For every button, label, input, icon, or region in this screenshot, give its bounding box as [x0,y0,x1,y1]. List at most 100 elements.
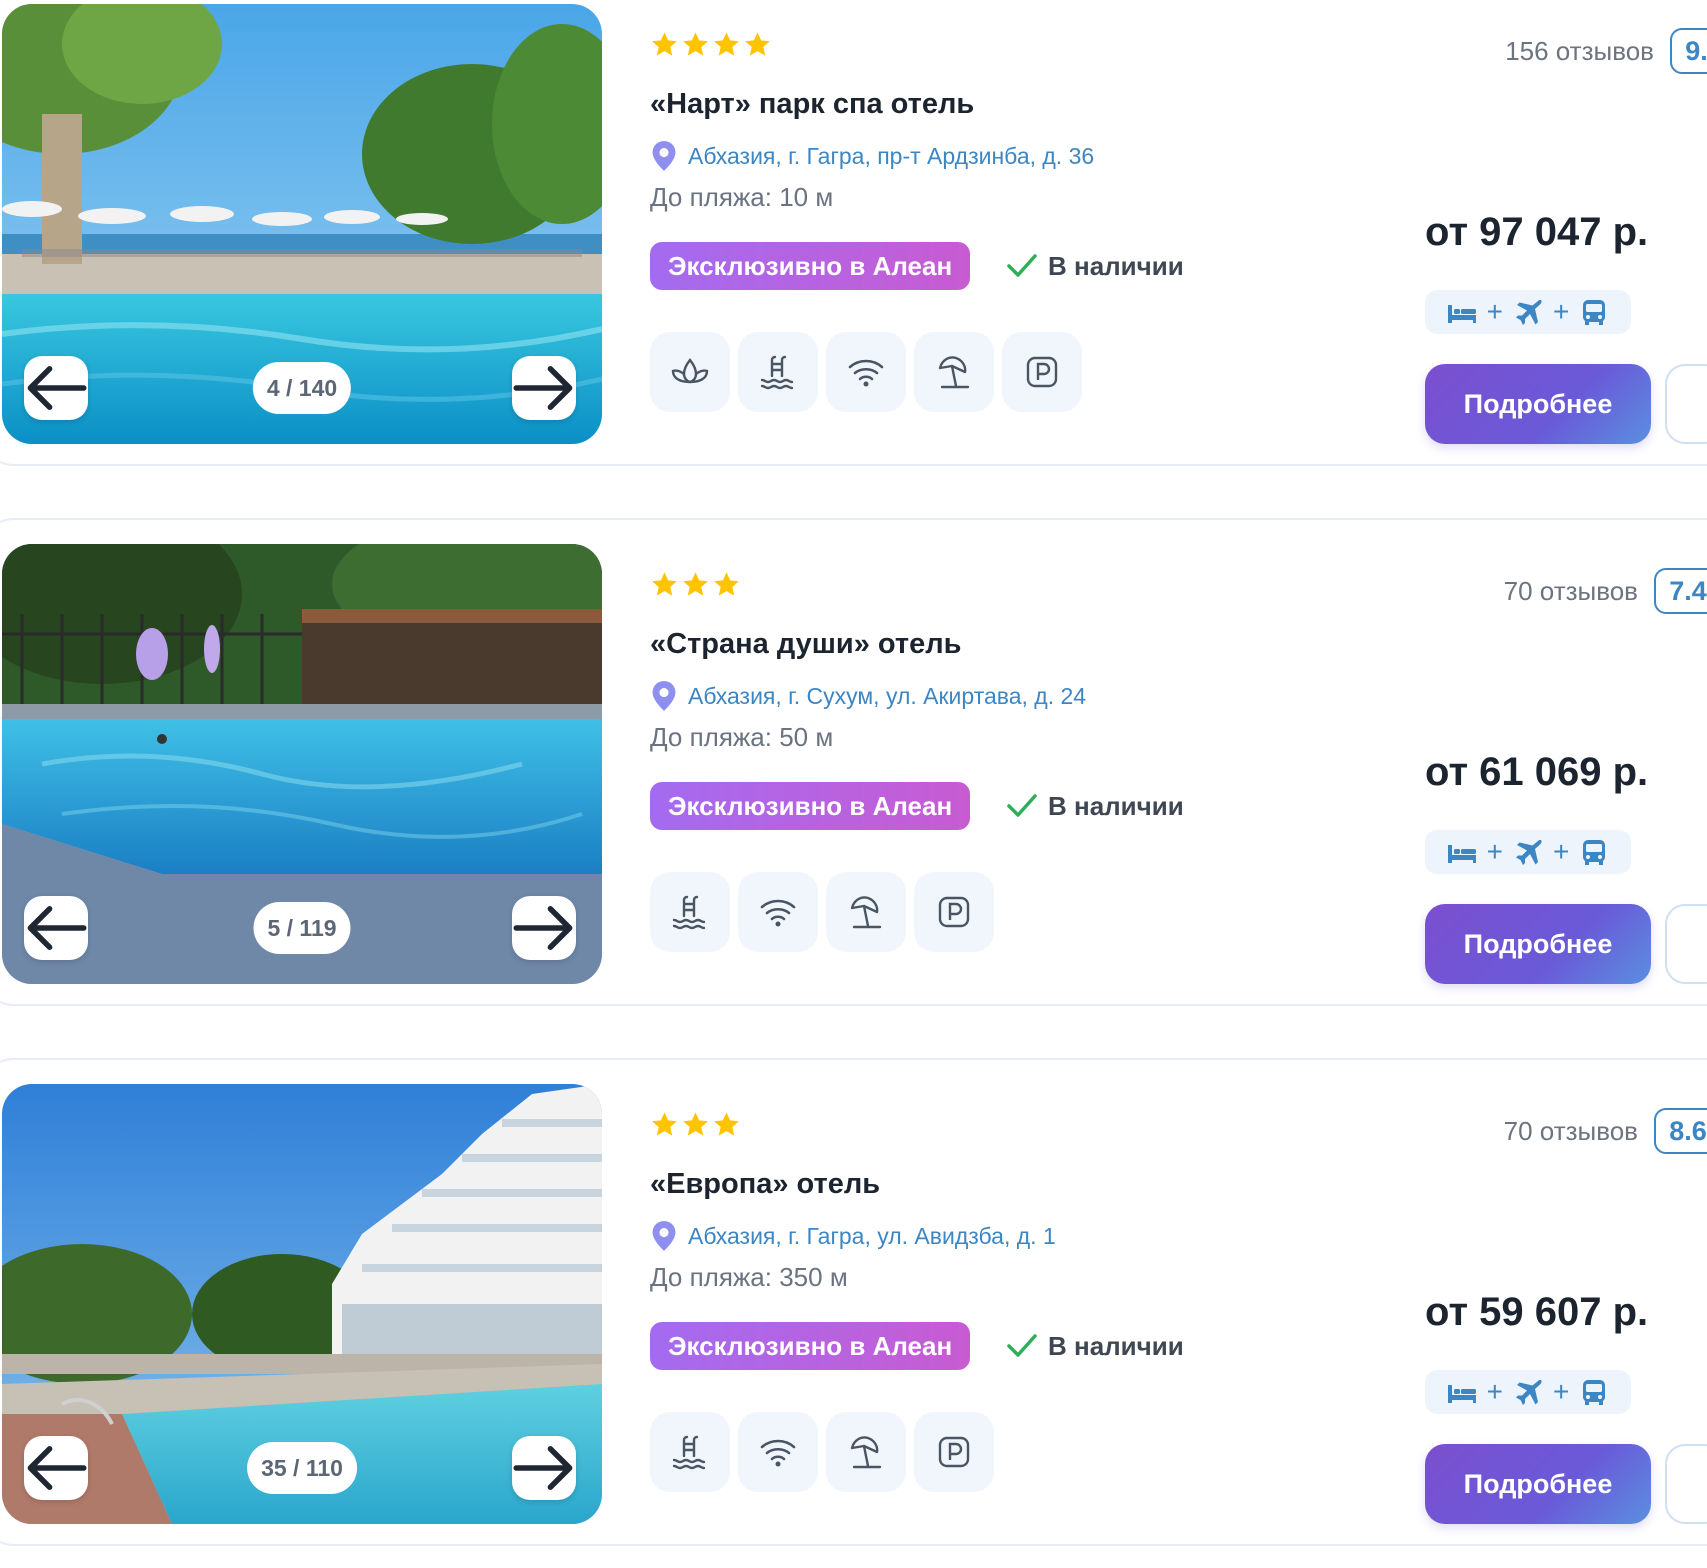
hotel-name[interactable]: «Страна души» отель [650,628,961,661]
arrow-left-icon [27,1446,87,1490]
details-button[interactable]: Подробнее [1425,1444,1651,1524]
hotel-price: от 61 069 р. [1425,750,1649,794]
hotel-card: 4 / 140 «Нарт» парк спа отель Абхазия, г… [0,0,1707,466]
address-text: Абхазия, г. Сухум, ул. Акиртава, д. 24 [688,682,1087,709]
parking-icon [1026,356,1058,388]
plus-sign: + [1553,1376,1570,1407]
photo-counter: 35 / 110 [247,1442,357,1494]
bus-icon [1583,1380,1606,1405]
favorite-button[interactable] [1665,1444,1707,1524]
spa-icon [671,358,709,384]
photo-counter: 4 / 140 [252,362,352,414]
amenity-pool[interactable] [650,872,730,952]
favorite-button[interactable] [1665,904,1707,984]
hotel-address[interactable]: Абхазия, г. Гагра, ул. Авидзба, д. 1 [650,1220,1056,1252]
details-button[interactable]: Подробнее [1425,364,1651,444]
hotel-name[interactable]: «Европа» отель [650,1168,880,1201]
rating-badge: 7.4 [1654,568,1707,614]
amenity-parking[interactable] [914,872,994,952]
arrow-right-icon [513,366,573,410]
beach-umbrella-icon [850,896,882,929]
check-icon [1007,794,1037,817]
amenity-pool[interactable] [738,332,818,412]
amenity-beach[interactable] [914,332,994,412]
rating-badge: 8.6 [1654,1108,1707,1154]
beach-umbrella-icon [850,1436,882,1469]
plus-sign: + [1553,836,1570,867]
package-includes: + + [1425,290,1631,334]
beach-distance: До пляжа: 10 м [650,182,834,212]
amenity-spa[interactable] [650,332,730,412]
package-includes: + + [1425,1370,1631,1414]
check-icon [1007,1334,1037,1357]
hotel-address[interactable]: Абхазия, г. Сухум, ул. Акиртава, д. 24 [650,680,1086,712]
beach-umbrella-icon [938,356,970,389]
reviews-summary[interactable]: 70 отзывов 8.6 [1504,1108,1707,1154]
hotel-address[interactable]: Абхазия, г. Гагра, пр-т Ардзинба, д. 36 [650,140,1094,172]
star-icon [683,572,708,596]
amenity-pool[interactable] [650,1412,730,1492]
arrow-right-icon [513,906,573,950]
availability-text: В наличии [1048,250,1184,281]
amenity-parking[interactable] [914,1412,994,1492]
favorite-button[interactable] [1665,364,1707,444]
star-icon [652,1112,677,1136]
reviews-count: 156 отзывов [1505,35,1654,66]
next-photo-button[interactable] [512,896,576,960]
reviews-summary[interactable]: 70 отзывов 7.4 [1504,568,1707,614]
exclusive-badge: Эксклюзивно в Алеан [650,1322,971,1370]
amenity-beach[interactable] [826,1412,906,1492]
availability-text: В наличии [1048,790,1184,821]
arrow-right-icon [513,1446,573,1490]
availability-status: В наличии [1006,246,1184,286]
next-photo-button[interactable] [512,356,576,420]
star-icon [714,32,739,56]
prev-photo-button[interactable] [24,356,88,420]
star-icon [683,32,708,56]
bed-icon [1447,845,1476,863]
amenities-list [650,872,994,952]
amenities-list [650,332,1082,412]
star-icon [714,572,739,596]
hotel-card: 35 / 110 «Европа» отель Абхазия, г. Гагр… [0,1058,1707,1546]
reviews-summary[interactable]: 156 отзывов 9.8 [1505,28,1707,74]
hotel-photo[interactable]: 35 / 110 [2,1084,602,1524]
amenity-parking[interactable] [1002,332,1082,412]
reviews-count: 70 отзывов [1503,575,1638,606]
beach-distance: До пляжа: 350 м [650,1262,848,1292]
details-button[interactable]: Подробнее [1425,904,1651,984]
hotel-photo[interactable]: 5 / 119 [2,544,602,984]
amenity-wifi[interactable] [738,872,818,952]
hotel-name[interactable]: «Нарт» парк спа отель [650,88,974,121]
hotel-photo[interactable]: 4 / 140 [2,4,602,444]
prev-photo-button[interactable] [24,1436,88,1500]
arrow-left-icon [27,906,87,950]
plane-icon [1516,1379,1542,1405]
star-icon [683,1112,708,1136]
star-rating [650,570,741,599]
amenity-wifi[interactable] [826,332,906,412]
next-photo-button[interactable] [512,1436,576,1500]
package-includes: + + [1425,830,1631,874]
location-pin-icon [652,681,676,711]
bus-icon [1583,300,1606,325]
bed-icon [1447,1385,1476,1403]
plus-sign: + [1486,296,1503,327]
address-text: Абхазия, г. Гагра, ул. Авидзба, д. 1 [688,1222,1056,1249]
amenity-wifi[interactable] [738,1412,818,1492]
prev-photo-button[interactable] [24,896,88,960]
pool-icon [672,1435,706,1470]
photo-counter: 5 / 119 [253,902,351,954]
parking-icon [938,1436,970,1468]
star-rating [650,30,772,59]
location-pin-icon [652,1221,676,1251]
bed-icon [1447,305,1476,323]
wifi-icon [760,1439,796,1467]
amenity-beach[interactable] [826,872,906,952]
address-text: Абхазия, г. Гагра, пр-т Ардзинба, д. 36 [688,142,1095,169]
plus-sign: + [1486,1376,1503,1407]
pool-icon [672,895,706,930]
star-icon [652,32,677,56]
plus-sign: + [1486,836,1503,867]
hotel-price: от 97 047 р. [1425,210,1649,254]
